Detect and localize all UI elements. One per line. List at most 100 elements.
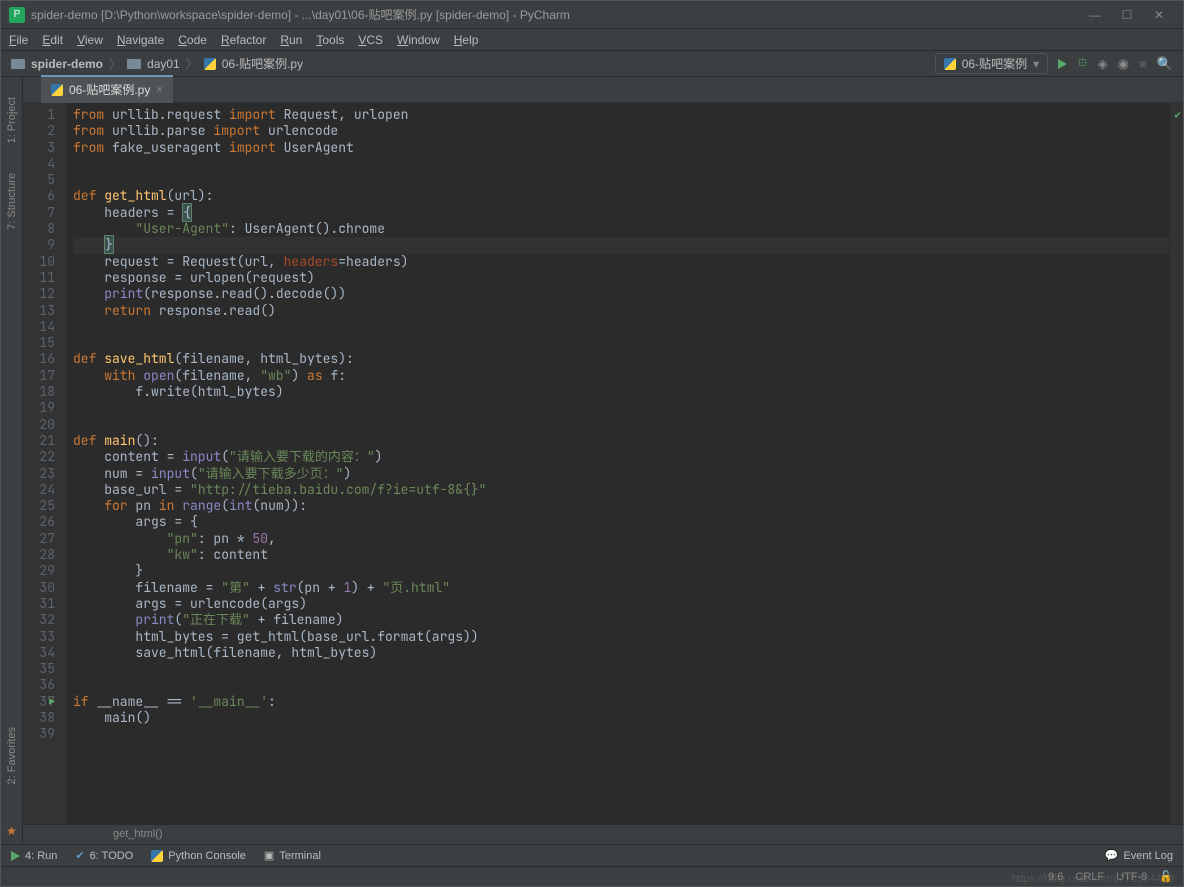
code-line[interactable]: from fake_useragent import UserAgent (73, 140, 1169, 156)
inspection-ok-icon: ✔ (1174, 107, 1181, 123)
inspection-gutter[interactable]: ✔ (1169, 103, 1183, 824)
code-line[interactable]: main() (73, 710, 1169, 726)
main-area: 1: Project 7: Structure 2: Favorites ★ 0… (1, 77, 1183, 844)
menu-run[interactable]: Run (280, 33, 302, 47)
menu-file[interactable]: File (9, 33, 28, 47)
code-line[interactable]: print(response.read().decode()) (73, 286, 1169, 302)
coverage-button[interactable]: ◈ (1098, 56, 1108, 72)
code-line[interactable]: content = input("请输入要下载的内容：") (73, 449, 1169, 465)
chevron-down-icon: ▾ (1033, 57, 1039, 71)
run-gutter-icon[interactable]: ▶ (49, 694, 55, 710)
code-breadcrumb-label: get_html() (113, 828, 163, 840)
python-file-icon (204, 58, 216, 70)
code-line[interactable]: def save_html(filename, html_bytes): (73, 351, 1169, 367)
code-editor[interactable]: 1234567891011121314151617181920212223242… (23, 103, 1183, 824)
code-line[interactable] (73, 726, 1169, 742)
tool-python-console[interactable]: Python Console (151, 850, 246, 862)
maximize-button[interactable]: ☐ (1111, 8, 1143, 22)
statusbar: 9:6 CRLF UTF-8 🔓 (1, 866, 1183, 886)
code-line[interactable]: def get_html(url): (73, 188, 1169, 204)
code-line[interactable] (73, 172, 1169, 188)
code-breadcrumb[interactable]: get_html() (23, 824, 1183, 844)
run-config-selector[interactable]: 06-贴吧案例 ▾ (935, 53, 1048, 74)
code-line[interactable] (73, 319, 1169, 335)
code-line[interactable]: save_html(filename, html_bytes) (73, 645, 1169, 661)
code-line[interactable] (73, 677, 1169, 693)
code-line[interactable]: } (73, 237, 1169, 253)
titlebar: P spider-demo [D:\Python\workspace\spide… (1, 1, 1183, 29)
menu-help[interactable]: Help (454, 33, 479, 47)
code-line[interactable] (73, 335, 1169, 351)
code-line[interactable]: with open(filename, "wb") as f: (73, 368, 1169, 384)
code-line[interactable]: for pn in range(int(num)): (73, 498, 1169, 514)
breadcrumb-file[interactable]: 06-贴吧案例.py (222, 55, 303, 72)
code-line[interactable]: args = urlencode(args) (73, 596, 1169, 612)
breadcrumb[interactable]: spider-demo 〉 day01 〉 06-贴吧案例.py (11, 55, 303, 72)
app-icon: P (9, 7, 25, 23)
folder-icon (127, 59, 141, 69)
code-line[interactable] (73, 417, 1169, 433)
code-line[interactable]: "User-Agent": UserAgent().chrome (73, 221, 1169, 237)
code-line[interactable]: from urllib.parse import urlencode (73, 123, 1169, 139)
tool-run[interactable]: 4: Run (11, 850, 57, 862)
code-line[interactable]: def main(): (73, 433, 1169, 449)
menu-navigate[interactable]: Navigate (117, 33, 164, 47)
tool-todo[interactable]: ✔6: TODO (75, 849, 133, 862)
code-line[interactable] (73, 661, 1169, 677)
code-line[interactable]: return response.read() (73, 303, 1169, 319)
stop-button[interactable]: ■ (1139, 56, 1147, 71)
code-line[interactable]: "kw": content (73, 547, 1169, 563)
tab-label: 06-贴吧案例.py (69, 81, 150, 98)
code-line[interactable] (73, 400, 1169, 416)
menu-refactor[interactable]: Refactor (221, 33, 266, 47)
editor-tab[interactable]: 06-贴吧案例.py × (41, 75, 173, 103)
menu-tools[interactable]: Tools (316, 33, 344, 47)
code-line[interactable]: from urllib.request import Request, urlo… (73, 107, 1169, 123)
search-button[interactable]: 🔍 (1157, 56, 1173, 72)
code-line[interactable]: response = urlopen(request) (73, 270, 1169, 286)
code-line[interactable] (73, 156, 1169, 172)
tool-terminal[interactable]: ▣Terminal (264, 849, 321, 862)
menu-code[interactable]: Code (178, 33, 207, 47)
code-line[interactable]: filename = "第" + str(pn + 1) + "页.html" (73, 580, 1169, 596)
tool-structure[interactable]: 7: Structure (6, 173, 18, 230)
editor-tabs: 06-贴吧案例.py × (23, 77, 1183, 103)
code-line[interactable]: base_url = "http://tieba.baidu.com/f?ie=… (73, 482, 1169, 498)
play-icon (11, 851, 20, 861)
code-line[interactable]: request = Request(url, headers=headers) (73, 254, 1169, 270)
code-line[interactable]: headers = { (73, 205, 1169, 221)
menu-window[interactable]: Window (397, 33, 440, 47)
folder-icon (11, 59, 25, 69)
tool-project[interactable]: 1: Project (6, 97, 18, 143)
navbar: spider-demo 〉 day01 〉 06-贴吧案例.py 06-贴吧案例… (1, 51, 1183, 77)
debug-button[interactable]: ⯐ (1077, 52, 1088, 76)
tool-event-log[interactable]: 💬Event Log (1105, 849, 1173, 862)
editor-area: 06-贴吧案例.py × 123456789101112131415161718… (23, 77, 1183, 844)
code-line[interactable]: print("正在下载" + filename) (73, 612, 1169, 628)
code-line[interactable]: f.write(html_bytes) (73, 384, 1169, 400)
code-line[interactable]: } (73, 563, 1169, 579)
close-tab-icon[interactable]: × (156, 84, 162, 96)
code-content[interactable]: from urllib.request import Request, urlo… (67, 103, 1169, 824)
chat-icon: 💬 (1105, 849, 1119, 862)
close-button[interactable]: ✕ (1143, 8, 1175, 22)
code-line[interactable]: html_bytes = get_html(base_url.format(ar… (73, 629, 1169, 645)
minimize-button[interactable]: — (1079, 8, 1111, 22)
menu-view[interactable]: View (77, 33, 103, 47)
menu-vcs[interactable]: VCS (358, 33, 383, 47)
breadcrumb-folder[interactable]: day01 (147, 57, 180, 71)
breadcrumb-root[interactable]: spider-demo (31, 57, 103, 71)
profile-button[interactable]: ◉ (1118, 56, 1129, 72)
tool-favorites[interactable]: 2: Favorites (6, 727, 18, 784)
code-line[interactable]: ▶if __name__ == '__main__': (73, 694, 1169, 710)
python-file-icon (944, 58, 956, 70)
menu-edit[interactable]: Edit (42, 33, 63, 47)
code-line[interactable]: "pn": pn * 50, (73, 531, 1169, 547)
code-line[interactable]: args = { (73, 514, 1169, 530)
code-line[interactable]: num = input("请输入要下载多少页：") (73, 466, 1169, 482)
line-gutter: 1234567891011121314151617181920212223242… (23, 103, 67, 824)
run-button[interactable] (1058, 59, 1067, 69)
terminal-icon: ▣ (264, 849, 274, 862)
menubar: File Edit View Navigate Code Refactor Run Tools… (1, 29, 1183, 51)
left-tool-strip: 1: Project 7: Structure 2: Favorites ★ (1, 77, 23, 844)
